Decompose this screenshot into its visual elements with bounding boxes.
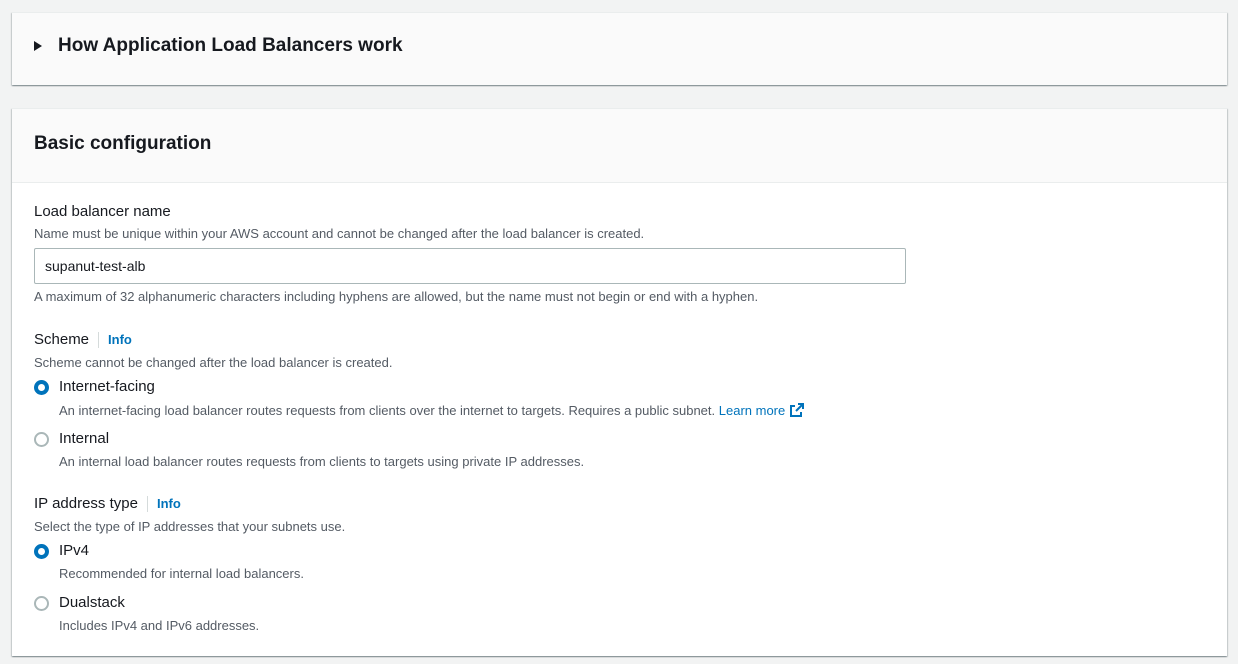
dualstack-label[interactable]: Dualstack [59, 594, 125, 611]
caret-right-icon [34, 41, 42, 51]
internal-radio[interactable] [34, 432, 49, 447]
basic-configuration-panel: Basic configuration Load balancer name N… [12, 108, 1227, 656]
internet-facing-description: An internet-facing load balancer routes … [59, 402, 805, 418]
scheme-description: Scheme cannot be changed after the load … [34, 355, 393, 370]
scheme-label-row: Scheme Info [34, 331, 132, 348]
how-alb-works-section: How Application Load Balancers work [12, 12, 1227, 85]
ip-type-label: IP address type [34, 495, 138, 512]
basic-configuration-title: Basic configuration [34, 133, 212, 154]
learn-more-link-text[interactable]: Learn more [719, 403, 785, 418]
ip-type-label-row: IP address type Info [34, 495, 181, 512]
internet-facing-label[interactable]: Internet-facing [59, 378, 155, 395]
internal-label[interactable]: Internal [59, 430, 109, 447]
dualstack-description: Includes IPv4 and IPv6 addresses. [59, 618, 260, 633]
load-balancer-name-input[interactable] [34, 248, 906, 284]
scheme-label: Scheme [34, 331, 90, 348]
dualstack-radio[interactable] [34, 596, 49, 611]
internet-facing-description-text: An internet-facing load balancer routes … [59, 403, 716, 418]
scheme-info-link[interactable]: Info [108, 332, 132, 347]
scheme-info-divider [98, 331, 100, 348]
ip-type-info-divider [146, 495, 148, 512]
ipv4-radio[interactable] [34, 544, 49, 559]
ip-type-info-link[interactable]: Info [157, 496, 181, 511]
load-balancer-name-label: Load balancer name [34, 203, 171, 220]
load-balancer-name-constraint: A maximum of 32 alphanumeric characters … [34, 289, 759, 304]
ipv4-description: Recommended for internal load balancers. [59, 566, 304, 581]
internal-description: An internal load balancer routes request… [59, 454, 585, 469]
ipv4-label[interactable]: IPv4 [59, 542, 89, 559]
load-balancer-name-description: Name must be unique within your AWS acco… [34, 226, 645, 241]
how-alb-works-toggle[interactable]: How Application Load Balancers work [34, 35, 403, 57]
internet-facing-radio[interactable] [34, 380, 49, 395]
learn-more-link[interactable]: Learn more [719, 403, 805, 418]
external-link-icon [790, 403, 805, 417]
basic-configuration-header: Basic configuration [12, 109, 1227, 183]
how-alb-works-title: How Application Load Balancers work [58, 35, 403, 56]
ip-type-description: Select the type of IP addresses that you… [34, 519, 346, 534]
